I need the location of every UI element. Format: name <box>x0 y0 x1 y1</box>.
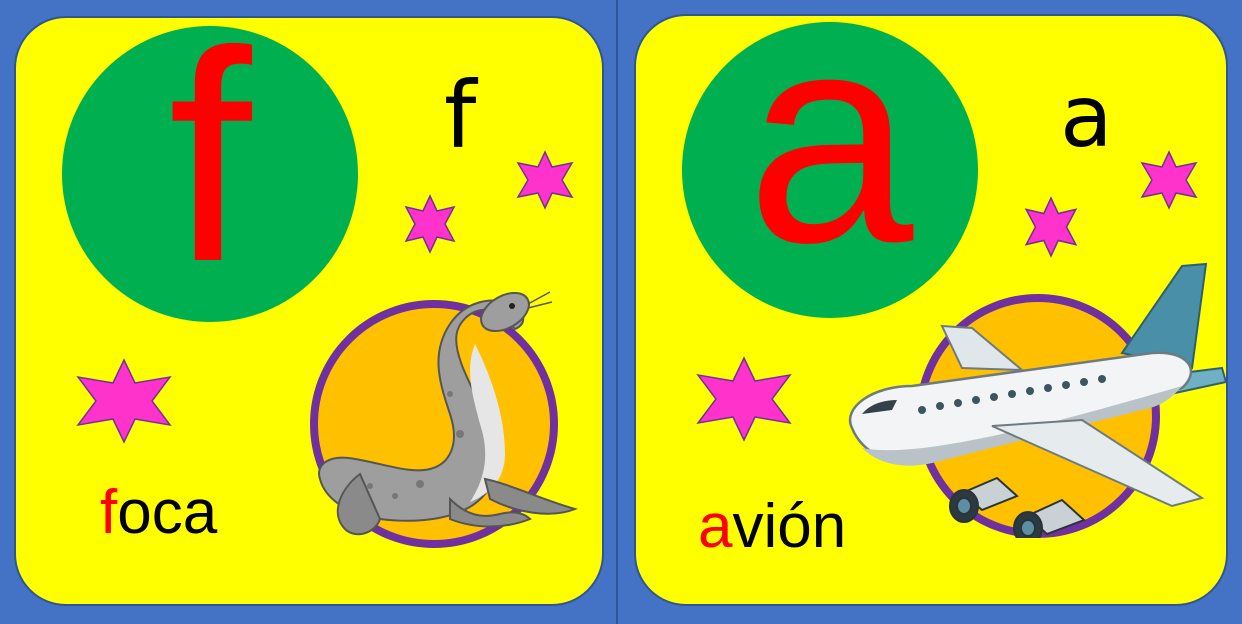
star-icon <box>696 356 792 442</box>
card-panel-f: f f foca <box>0 0 618 624</box>
big-letter: a <box>746 22 914 305</box>
star-icon <box>76 358 172 444</box>
seal-illustration <box>318 291 579 536</box>
word-rest: vión <box>732 492 847 561</box>
card-panel-a: a a avión <box>620 0 1242 624</box>
word-first-letter: f <box>100 478 118 547</box>
small-letter: a <box>1060 67 1113 167</box>
letter-card-a: a a avión <box>634 14 1228 606</box>
big-letter: f <box>168 26 252 322</box>
letter-card-f: f f foca <box>14 16 604 606</box>
small-letter: f <box>444 62 477 169</box>
star-icon <box>1140 150 1198 210</box>
word-label: foca <box>100 482 217 544</box>
star-icon <box>404 194 456 254</box>
star-icon <box>516 150 574 210</box>
word-rest: oca <box>117 478 218 547</box>
word-label: avión <box>698 496 846 558</box>
star-icon <box>1024 196 1078 258</box>
airplane-illustration <box>848 262 1226 538</box>
word-first-letter: a <box>698 492 733 561</box>
